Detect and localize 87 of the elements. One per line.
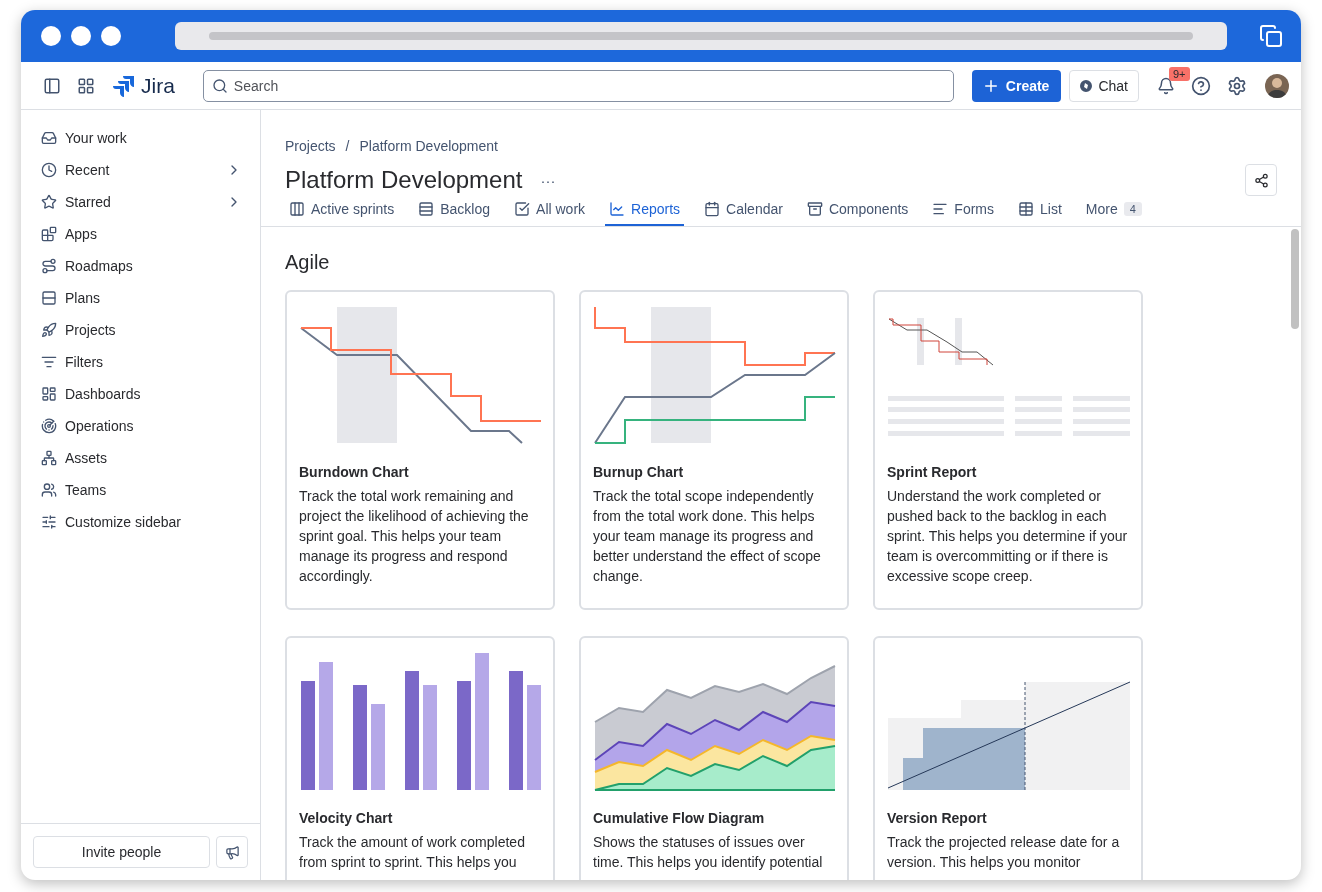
megaphone-button[interactable] [216,836,248,868]
lines-icon [932,201,949,217]
card-title: Cumulative Flow Diagram [593,810,766,826]
sidebar-item[interactable]: Teams [33,474,248,506]
route-icon [41,258,57,274]
tab-count: 4 [1123,202,1142,216]
chat-logo-icon [1080,79,1093,92]
clock-icon [41,162,57,178]
product-name: Jira [141,73,175,98]
logo-icon [113,74,135,97]
checkbox-icon [514,201,531,217]
sidebar-item[interactable]: Customize sidebar [33,506,248,538]
search-field[interactable]: Search [202,69,954,102]
create-button[interactable]: Create [971,69,1062,102]
inbox-icon [41,130,57,146]
window-zoom-dot[interactable] [101,26,121,46]
card-description: Track the amount of work completed from sprint to sprint. This helps you [299,833,526,872]
breadcrumb-link[interactable]: Projects [285,138,336,154]
scrollbar[interactable] [1291,229,1299,329]
report-card[interactable]: Version Report Track the projected release date for a version. This helps you monitor [873,636,1143,880]
users-icon [41,482,57,498]
star-icon [41,194,57,210]
sidebar-item[interactable]: Dashboards [33,378,248,410]
sidebar-item[interactable]: Recent [33,154,248,186]
tab[interactable]: Reports [605,198,685,226]
tab[interactable]: All work [510,198,590,226]
tab[interactable]: Components [802,198,913,226]
columns-icon [289,201,305,217]
breadcrumb-separator: / [345,138,350,154]
window-close-dot[interactable] [41,26,61,46]
tab[interactable]: Active sprints [285,198,399,226]
invite-people-button[interactable]: Invite people [33,836,210,868]
share-icon [1253,172,1269,188]
sidebar-item[interactable]: Roadmaps [33,250,248,282]
filter-icon [41,354,57,370]
card-description: Track the total work remaining and project the likelihood of achieving the sprint goal. This helps your team manage its progress and respond accordingly. [299,487,530,586]
sidebar-item[interactable]: Your work [33,122,248,154]
sliders-icon [41,514,57,530]
chat-button[interactable]: Chat [1069,69,1139,102]
card-title: Sprint Report [887,464,978,480]
sidebar-item[interactable]: Starred [33,186,248,218]
tab[interactable]: List [1014,198,1066,226]
calendar-icon [704,201,721,217]
card-title: Velocity Chart [299,810,394,826]
megaphone-icon [224,844,240,860]
search-icon [211,77,228,94]
dashboard-icon [41,386,57,402]
tab[interactable]: Backlog [414,198,495,226]
report-card[interactable]: Burnup Chart Track the total scope independently from the total work done. This helps your team manage its progress and better understand the effect of scope change. [579,290,849,610]
sidebar-item[interactable]: Apps [33,218,248,250]
report-card[interactable]: Burndown Chart Track the total work remaining and project the likelihood of achieving the sprint goal. This helps your team manage its progress and respond accordingly. [285,290,555,610]
blocks-icon [41,226,57,242]
tab[interactable]: Forms [928,198,998,226]
tab[interactable]: Calendar [700,198,787,226]
report-card[interactable]: Cumulative Flow Diagram Shows the statuses of issues over time. This helps you identify potential [579,636,849,880]
archive-icon [806,201,823,217]
card-description: Shows the statuses of issues over time. This helps you identify potential [593,833,824,872]
rows-icon [418,201,435,217]
copy-icon[interactable] [1259,24,1283,48]
breadcrumb-link[interactable]: Platform Development [359,138,498,154]
page-title: Platform Development [285,166,523,194]
table-icon [1018,201,1034,217]
notification-count: 9+ [1169,66,1190,81]
report-card[interactable]: Sprint Report Understand the work completed or pushed back to the backlog in each sprint. This helps you determine if your team is overcommitting or if there is excessive scope creep. [873,290,1143,610]
radar-icon [41,418,57,434]
rows-icon [41,290,57,306]
card-description: Track the projected release date for a version. This helps you monitor [887,833,1121,872]
card-title: Version Report [887,810,988,826]
card-title: Burnup Chart [593,464,685,480]
sidebar-item[interactable]: Plans [33,282,248,314]
card-description: Track the total scope independently from the total work done. This helps your team manage its progress and better understand the effect of scope change. [593,487,822,586]
rocket-icon [41,322,57,338]
sidebar-item[interactable]: Projects [33,314,248,346]
report-card[interactable]: Velocity Chart Track the amount of work completed from sprint to sprint. This helps you [285,636,555,880]
more-actions-button[interactable]: ··· [536,171,560,189]
card-description: Understand the work completed or pushed back to the backlog in each sprint. This helps you determine if your team is overcommitting or if there is excessive scope creep. [887,487,1129,586]
sidebar-item[interactable]: Filters [33,346,248,378]
window-minimize-dot[interactable] [71,26,91,46]
section-heading: Agile [285,251,331,274]
card-title: Burndown Chart [299,464,410,480]
share-button[interactable] [1245,164,1277,196]
line-chart-icon [609,201,626,217]
avatar[interactable] [1265,73,1289,98]
sidebar-item[interactable]: Assets [33,442,248,474]
sidebar-item[interactable]: Operations [33,410,248,442]
network-icon [41,450,57,466]
tab[interactable]: More 4 [1081,198,1146,226]
